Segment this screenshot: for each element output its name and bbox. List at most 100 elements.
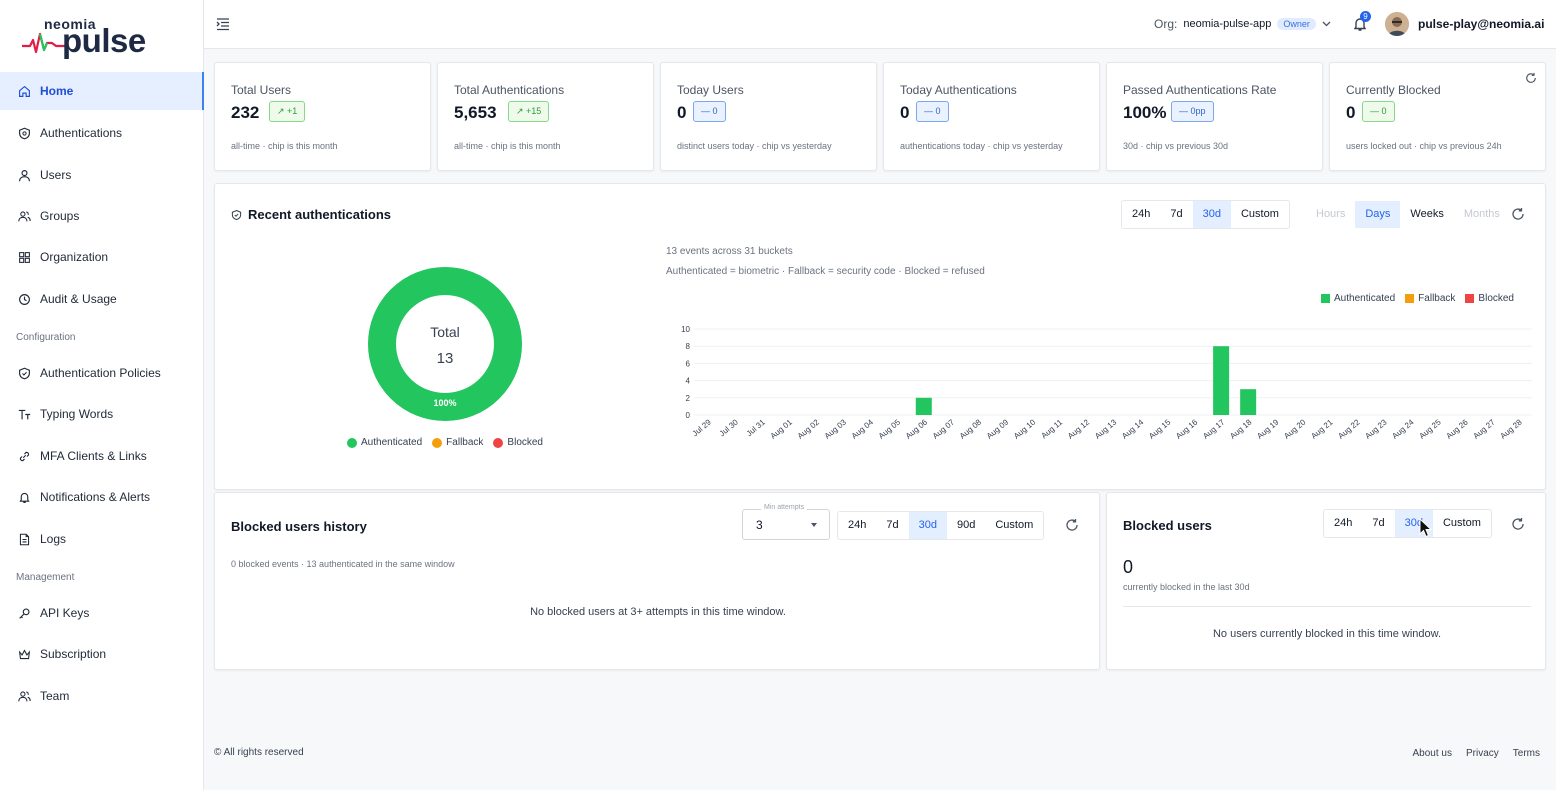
sidebar-item-label: Typing Words [40,407,114,421]
range-custom[interactable]: Custom [1231,201,1289,228]
x-tick-label: Aug 19 [1255,417,1281,441]
footer-links: About us Privacy Terms [1412,748,1540,759]
copyright: © All rights reserved [214,747,304,758]
granularity-hours[interactable]: Hours [1306,201,1355,228]
sidebar-item-label: Home [40,84,74,98]
bar-authenticated-aug-06[interactable] [915,397,932,415]
blocked-users-card: Blocked users 24h 7d 30d Custom 0 curren… [1106,492,1546,670]
sidebar-item-organization[interactable]: Organization [0,238,204,276]
range-30d[interactable]: 30d [1192,201,1231,228]
card-title: Blocked users [1123,518,1212,533]
sidebar-item-subscription[interactable]: Subscription [0,635,204,673]
range-30d[interactable]: 30d [908,512,947,539]
file-icon [16,531,32,547]
sidebar-item-typing-words[interactable]: Typing Words [0,395,204,433]
y-tick-label: 2 [686,394,691,403]
legend-label: Blocked [1478,293,1514,304]
sidebar-item-users[interactable]: Users [0,156,204,194]
legend-swatch [1321,294,1330,303]
sidebar-item-mfa-clients-links[interactable]: MFA Clients & Links [0,437,204,475]
sidebar-item-team[interactable]: Team [0,677,204,715]
legend-item-fallback: Fallback [432,437,483,448]
user-email[interactable]: pulse-play@neomia.ai [1418,17,1544,31]
sidebar: neomia pulse Home Authentications Users … [0,0,204,790]
x-tick-label: Aug 25 [1417,417,1443,441]
range-custom[interactable]: Custom [1433,510,1491,537]
donut-chart: Total 13 100% [365,264,525,424]
sidebar-item-authentication-policies[interactable]: Authentication Policies [0,354,204,392]
sidebar-item-logs[interactable]: Logs [0,520,204,558]
donut-percent-label: 100% [433,398,457,408]
org-switcher[interactable]: Org: neomia-pulse-app Owner [1154,17,1331,31]
kpi-title: Today Users [677,83,744,97]
x-tick-label: Aug 04 [850,417,876,441]
sidebar-item-audit-usage[interactable]: Audit & Usage [0,280,204,318]
refresh-icon[interactable] [1525,72,1537,84]
y-tick-label: 4 [686,377,691,386]
kpi-chip: — 0pp [1171,101,1214,122]
legend-item-blocked: Blocked [493,437,543,448]
range-custom[interactable]: Custom [985,512,1043,539]
refresh-icon[interactable] [1511,517,1525,531]
brand-main-text: pulse [62,22,146,59]
legend-swatch [1405,294,1415,303]
bar-authenticated-aug-17[interactable] [1213,346,1230,415]
key-icon [16,605,32,621]
sidebar-item-api-keys[interactable]: API Keys [0,594,204,632]
org-name: neomia-pulse-app [1183,18,1272,30]
donut-legend: Authenticated Fallback Blocked [347,437,543,448]
x-tick-label: Aug 21 [1309,417,1335,441]
sidebar-item-authentications[interactable]: Authentications [0,114,204,152]
avatar[interactable] [1385,12,1409,36]
kpi-subtitle: authentications today · chip vs yesterda… [900,141,1063,151]
range-7d[interactable]: 7d [1160,201,1192,228]
refresh-icon[interactable] [1511,207,1525,221]
sidebar-item-label: API Keys [40,606,90,620]
range-24h[interactable]: 24h [1324,510,1362,537]
y-tick-label: 8 [686,342,691,351]
x-tick-label: Aug 05 [877,417,903,441]
kpi-card-passed-rate: Passed Authentications Rate 100% — 0pp 3… [1106,62,1323,171]
granularity-months[interactable]: Months [1454,201,1510,228]
sidebar-item-notifications-alerts[interactable]: Notifications & Alerts [0,478,204,516]
legend-item-blocked[interactable]: Blocked [1465,293,1514,304]
min-attempts-select[interactable]: Min attempts 3 [742,504,830,540]
range-90d[interactable]: 90d [947,512,985,539]
legend-dot [493,437,504,448]
footer-link-about[interactable]: About us [1412,748,1451,759]
x-tick-label: Aug 11 [1039,417,1064,440]
text-size-icon [16,406,32,422]
sidebar-item-home[interactable]: Home [0,72,204,110]
range-24h[interactable]: 24h [838,512,876,539]
kpi-card-today-users: Today Users 0 — 0 distinct users today ·… [660,62,877,171]
legend-label: Fallback [446,437,484,448]
bar-legend: Authenticated Fallback Blocked [1321,293,1514,304]
card-title-text: Recent authentications [248,207,392,222]
x-tick-label: Aug 10 [1012,417,1038,441]
granularity-weeks[interactable]: Weeks [1400,201,1453,228]
sidebar-item-groups[interactable]: Groups [0,197,204,235]
donut-segment-authenticated[interactable] [368,267,522,421]
bar-authenticated-aug-18[interactable] [1240,389,1257,415]
range-7d[interactable]: 7d [876,512,908,539]
menu-toggle-icon[interactable] [216,17,230,31]
x-tick-label: Aug 07 [931,417,957,441]
empty-state-message: No users currently blocked in this time … [1212,628,1442,640]
kpi-value: 5,653 [454,103,497,122]
shield-check-icon [231,209,242,220]
footer-link-privacy[interactable]: Privacy [1466,748,1499,759]
granularity-days[interactable]: Days [1355,201,1401,228]
donut-total-value: 13 [436,350,454,367]
x-tick-label: Aug 27 [1472,417,1498,441]
legend-item-fallback[interactable]: Fallback [1405,293,1455,304]
brand-logo[interactable]: neomia pulse [22,14,152,60]
x-tick-label: Aug 18 [1228,417,1254,441]
legend-item-authenticated[interactable]: Authenticated [1321,293,1395,304]
footer-link-terms[interactable]: Terms [1513,748,1540,759]
mouse-cursor-icon [1419,518,1433,538]
range-24h[interactable]: 24h [1122,201,1160,228]
recent-authentications-card: Recent authentications 24h 7d 30d Custom… [214,183,1546,490]
refresh-icon[interactable] [1065,518,1079,532]
range-7d[interactable]: 7d [1362,510,1394,537]
kpi-card-today-authentications: Today Authentications 0 — 0 authenticati… [883,62,1100,171]
